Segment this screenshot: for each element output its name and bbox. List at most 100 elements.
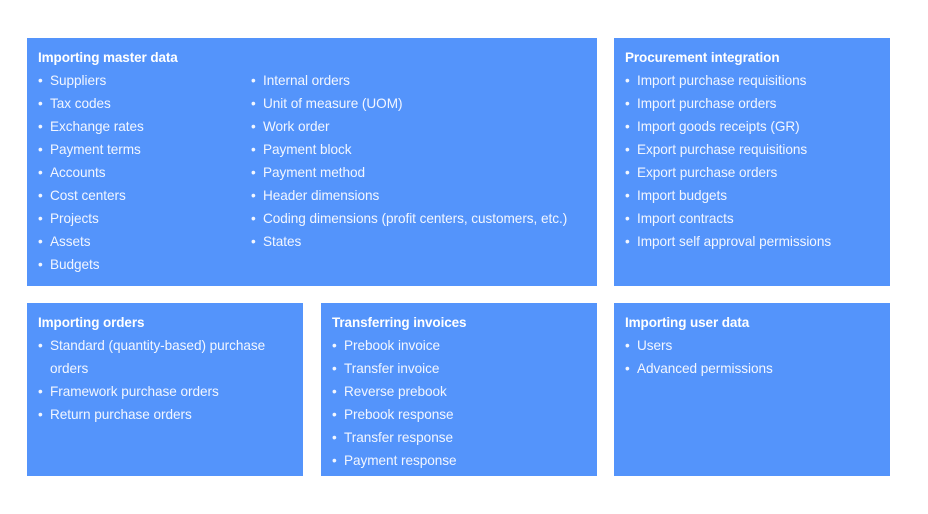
- bullet-icon: •: [38, 234, 43, 249]
- list-item-label: Projects: [50, 211, 99, 226]
- panel-importing-user-data: Importing user data • Users • Advanced per…: [614, 303, 890, 476]
- list-item: • Prebook response: [332, 403, 588, 426]
- panel-importing-orders: Importing orders • Standard (quantity-bas…: [27, 303, 303, 476]
- bullet-icon: •: [625, 188, 630, 203]
- list-item: • Return purchase orders: [38, 403, 294, 426]
- list-item: • Payment block: [251, 138, 588, 161]
- list-item: • Accounts: [38, 161, 251, 184]
- diagram-board: Importing master data • Suppliers • Tax co…: [0, 0, 928, 514]
- list-item: • Cost centers: [38, 184, 251, 207]
- list-item-label: Return purchase orders: [50, 407, 192, 422]
- bullet-icon: •: [251, 188, 256, 203]
- bullet-icon: •: [625, 211, 630, 226]
- bullet-icon: •: [251, 211, 256, 226]
- panel-title-importing-master-data: Importing master data: [38, 50, 178, 65]
- list-item: • Framework purchase orders: [38, 380, 294, 403]
- list-item-label: Accounts: [50, 165, 106, 180]
- bullet-icon: •: [625, 361, 630, 376]
- bullet-icon: •: [38, 142, 43, 157]
- list-item-label: Export purchase orders: [637, 165, 778, 180]
- list-item-label: Reverse prebook: [344, 384, 447, 399]
- bullet-icon: •: [251, 119, 256, 134]
- invoices-list: • Prebook invoice • Transfer invoice • Reve…: [332, 334, 588, 472]
- bullet-icon: •: [332, 407, 337, 422]
- bullet-icon: •: [625, 165, 630, 180]
- bullet-icon: •: [332, 430, 337, 445]
- bullet-icon: •: [251, 73, 256, 88]
- list-item: • Tax codes: [38, 92, 251, 115]
- bullet-icon: •: [38, 407, 43, 422]
- master-data-list-right: • Internal orders • Unit of measure (UOM) …: [251, 69, 588, 253]
- bullet-icon: •: [332, 384, 337, 399]
- list-item-label: Standard (quantity-based) purchase order…: [50, 338, 266, 376]
- bullet-icon: •: [625, 142, 630, 157]
- panel-title-importing-user-data: Importing user data: [625, 315, 750, 330]
- list-item: • Payment method: [251, 161, 588, 184]
- list-item: • Work order: [251, 115, 588, 138]
- list-item-label: Import purchase orders: [637, 96, 777, 111]
- orders-list: • Standard (quantity-based) purchase orde…: [38, 334, 294, 426]
- list-item-label: Transfer invoice: [344, 361, 440, 376]
- panel-importing-master-data: Importing master data • Suppliers • Tax co…: [27, 38, 597, 286]
- bullet-icon: •: [332, 338, 337, 353]
- list-item-label: Budgets: [50, 257, 100, 272]
- list-item-label: Unit of measure (UOM): [263, 96, 403, 111]
- list-item-label: States: [263, 234, 302, 249]
- list-item: • Import goods receipts (GR): [625, 115, 881, 138]
- list-item: • Import purchase orders: [625, 92, 881, 115]
- bullet-icon: •: [625, 119, 630, 134]
- list-item-label: Framework purchase orders: [50, 384, 219, 399]
- list-item: • States: [251, 230, 588, 253]
- panel-procurement-integration: Procurement integration • Import purchase…: [614, 38, 890, 286]
- list-item: • Suppliers: [38, 69, 251, 92]
- list-item-label: Payment terms: [50, 142, 141, 157]
- list-item-label: Import contracts: [637, 211, 734, 226]
- list-item: • Prebook invoice: [332, 334, 588, 357]
- list-item-label: Export purchase requisitions: [637, 142, 808, 157]
- list-item-label: Import purchase requisitions: [637, 73, 807, 88]
- master-data-list-left: • Suppliers • Tax codes • Exchange rates • P…: [38, 69, 251, 276]
- list-item-label: Transfer response: [344, 430, 453, 445]
- list-item: • Import self approval permissions: [625, 230, 881, 253]
- bullet-icon: •: [625, 73, 630, 88]
- bullet-icon: •: [38, 384, 43, 399]
- list-item-label: Tax codes: [50, 96, 111, 111]
- list-item: • Reverse prebook: [332, 380, 588, 403]
- list-item: • Transfer response: [332, 426, 588, 449]
- list-item: • Coding dimensions (profit centers, cust…: [251, 207, 588, 230]
- bullet-icon: •: [38, 257, 43, 272]
- list-item: • Budgets: [38, 253, 251, 276]
- list-item-label: Header dimensions: [263, 188, 380, 203]
- list-item: • Payment terms: [38, 138, 251, 161]
- list-item: • Payment response: [332, 449, 588, 472]
- bullet-icon: •: [38, 96, 43, 111]
- list-item-label: Import self approval permissions: [637, 234, 832, 249]
- bullet-icon: •: [251, 142, 256, 157]
- list-item-label: Exchange rates: [50, 119, 144, 134]
- bullet-icon: •: [38, 73, 43, 88]
- bullet-icon: •: [38, 165, 43, 180]
- list-item: • Export purchase requisitions: [625, 138, 881, 161]
- master-data-columns: • Suppliers • Tax codes • Exchange rates • P…: [38, 69, 588, 276]
- list-item: • Exchange rates: [38, 115, 251, 138]
- panel-title-transferring-invoices: Transferring invoices: [332, 315, 467, 330]
- panel-transferring-invoices: Transferring invoices • Prebook invoice •…: [321, 303, 597, 476]
- list-item: • Import budgets: [625, 184, 881, 207]
- bullet-icon: •: [251, 96, 256, 111]
- bullet-icon: •: [38, 211, 43, 226]
- list-item: • Users: [625, 334, 881, 357]
- bullet-icon: •: [251, 165, 256, 180]
- list-item-label: Cost centers: [50, 188, 126, 203]
- list-item-label: Payment method: [263, 165, 366, 180]
- list-item-label: Prebook response: [344, 407, 454, 422]
- bullet-icon: •: [38, 119, 43, 134]
- bullet-icon: •: [625, 234, 630, 249]
- list-item-label: Payment response: [344, 453, 457, 468]
- list-item-label: Suppliers: [50, 73, 107, 88]
- list-item: • Export purchase orders: [625, 161, 881, 184]
- bullet-icon: •: [332, 361, 337, 376]
- bullet-icon: •: [38, 188, 43, 203]
- user-data-list: • Users • Advanced permissions: [625, 334, 881, 380]
- list-item-label: Coding dimensions (profit centers, custo…: [263, 211, 568, 226]
- list-item: • Import purchase requisitions: [625, 69, 881, 92]
